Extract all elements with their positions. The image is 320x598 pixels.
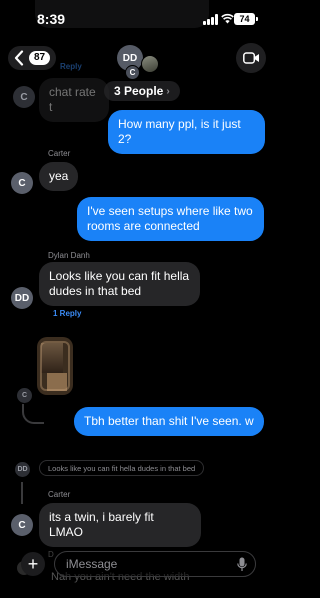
message-bubble-incoming[interactable]: Looks like you can fit hella dudes in th… (39, 262, 200, 306)
plus-button[interactable]: + (21, 552, 45, 576)
status-bar: 8:39 74 (0, 0, 276, 36)
group-name-button[interactable]: 3 People › (104, 81, 180, 101)
group-avatar-stack[interactable]: DD C (117, 45, 163, 83)
thread-connector (21, 482, 23, 504)
message-bubble-outgoing[interactable]: Tbh better than shit I've seen. w (74, 407, 264, 436)
message-bubble-incoming[interactable]: yea (39, 162, 79, 191)
message-bubble-incoming[interactable]: chat rate t (39, 78, 109, 122)
thread-reply-link[interactable]: 1 Reply (53, 309, 81, 318)
facetime-video-button[interactable] (236, 43, 266, 73)
message-bubble-outgoing[interactable]: I've seen setups where like two rooms ar… (77, 197, 264, 241)
message-bubble-outgoing[interactable]: How many ppl, is it just 2? (108, 110, 265, 154)
chevron-left-icon (14, 50, 24, 66)
sender-avatar[interactable]: C (11, 172, 33, 194)
sender-name: Dylan Danh (48, 251, 90, 260)
microphone-icon[interactable] (237, 557, 247, 572)
avatar-c: C (125, 65, 140, 80)
unread-count-badge: 87 (29, 51, 51, 65)
reply-quote[interactable]: Looks like you can fit hella dudes in th… (39, 460, 205, 476)
back-button[interactable]: 87 (8, 46, 56, 70)
battery-icon: 74 (234, 13, 258, 25)
sender-avatar[interactable]: C (17, 388, 32, 403)
chevron-right-icon: › (166, 85, 170, 97)
sender-avatar[interactable]: DD (11, 287, 33, 309)
imessage-placeholder: iMessage (66, 557, 118, 571)
sender-name: D (48, 550, 54, 559)
signal-icon (203, 14, 220, 25)
message-bubble-incoming[interactable]: its a twin, i barely fit LMAO (39, 503, 201, 547)
status-time: 8:39 (37, 11, 66, 27)
thread-connector (22, 404, 44, 424)
sender-avatar[interactable]: C (11, 514, 33, 536)
photo-attachment[interactable] (37, 337, 73, 395)
imessage-input[interactable]: iMessage (54, 551, 256, 577)
plus-icon: + (27, 554, 39, 574)
avatar-photo (141, 55, 159, 73)
wifi-icon (221, 13, 234, 24)
quoted-sender-avatar: DD (15, 462, 30, 477)
video-camera-icon (242, 52, 259, 64)
group-name-label: 3 People (114, 84, 164, 98)
sender-name: Carter (48, 490, 71, 499)
thread-reply-link[interactable]: Reply (60, 62, 82, 71)
sender-name: Carter (48, 149, 71, 158)
sender-avatar[interactable]: C (13, 86, 35, 108)
